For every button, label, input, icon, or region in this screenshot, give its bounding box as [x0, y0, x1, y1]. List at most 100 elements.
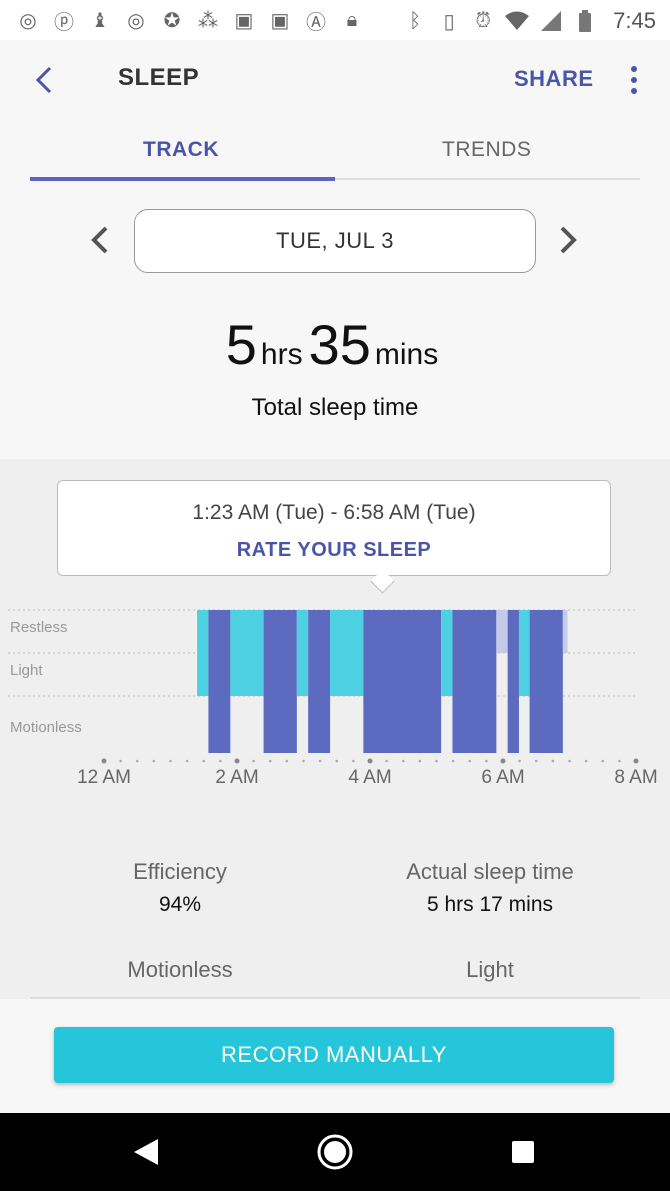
x-tick-label: 4 AM — [348, 767, 391, 788]
stat-label: Actual sleep time — [406, 859, 574, 884]
chart-segment-light — [441, 610, 453, 696]
minutes-unit: mins — [374, 338, 439, 371]
chart-segment-motionless — [208, 610, 231, 753]
hours-unit: hrs — [260, 338, 303, 371]
record-manually-button[interactable]: RECORD MANUALLY — [54, 1027, 614, 1083]
axis-dot — [435, 759, 438, 763]
stat-label: Light — [466, 957, 514, 982]
sleep-summary: TUE, JUL 3 5 hrs 35 mins Total sleep time — [0, 182, 670, 459]
stat-motionless: Motionless — [30, 957, 330, 991]
axis-dot — [468, 759, 472, 763]
nav-home-button[interactable] — [316, 1133, 354, 1176]
back-button[interactable] — [30, 62, 62, 98]
more-vert-icon — [631, 66, 637, 94]
chevron-left-icon — [35, 66, 52, 94]
next-date-button[interactable] — [552, 222, 584, 258]
chart-segment-motionless — [263, 610, 297, 753]
stat-light: Light — [340, 957, 640, 991]
chart-segment-light — [230, 610, 264, 696]
chrome-icon: ◎ — [127, 9, 145, 32]
axis-dot — [401, 759, 405, 763]
x-tick-label: 6 AM — [481, 767, 524, 788]
y-level-label: Motionless — [10, 719, 82, 736]
sleep-range-text: 1:23 AM (Tue) - 6:58 AM (Tue) — [192, 501, 476, 524]
lock-icon: 🔒︎ — [346, 8, 358, 31]
system-icons: ᛒ ▯ ⏰︎ 7:45 — [403, 8, 656, 34]
axis-dot — [152, 759, 156, 763]
signal-icon — [539, 9, 563, 33]
axis-dot — [335, 759, 339, 763]
axis-dot — [601, 759, 605, 763]
tab-indicator — [30, 177, 335, 181]
sleep-range-tooltip: 1:23 AM (Tue) - 6:58 AM (Tue) RATE YOUR … — [57, 480, 611, 576]
axis-dot — [302, 759, 305, 763]
a-icon: Ⓐ — [306, 11, 326, 34]
axis-dot — [551, 759, 555, 763]
flipboard-icon: ▣ — [234, 9, 254, 32]
date-selector[interactable]: TUE, JUL 3 — [134, 209, 536, 273]
stat-efficiency: Efficiency 94% — [30, 859, 330, 917]
sleep-hours: 5 — [225, 313, 257, 376]
y-level-label: Light — [10, 662, 43, 679]
rate-sleep-button[interactable]: RATE YOUR SLEEP — [58, 539, 610, 562]
sleep-minutes: 35 — [308, 313, 371, 376]
chart-segment-motionless — [452, 610, 497, 753]
axis-dot — [318, 759, 322, 763]
axis-dot — [135, 759, 139, 763]
axis-dot — [518, 759, 521, 763]
previous-date-button[interactable] — [84, 222, 116, 258]
axis-dot — [633, 758, 639, 764]
axis-dot — [101, 758, 107, 764]
chevron-right-icon — [560, 226, 577, 254]
bluetooth-icon: ᛒ — [409, 9, 422, 32]
sleep-chart[interactable]: Restless Light Motionless 12 AM 2 AM 4 AM 6 AM… — [0, 589, 670, 789]
sleep-chart-section: 1:23 AM (Tue) - 6:58 AM (Tue) RATE YOUR … — [0, 459, 670, 999]
vibrate-icon: ▯ — [443, 10, 455, 33]
ninja-icon: ✪ — [163, 9, 181, 32]
pinterest-icon: ⓟ — [54, 11, 74, 34]
wifi-icon — [505, 9, 530, 33]
home-circle-icon — [317, 1134, 353, 1170]
dots-icon: ⁂ — [198, 9, 218, 32]
notification-icons: ◎ ⓟ ♝ ◎ ✪ ⁂ ▣ ▣ Ⓐ 🔒︎ — [16, 8, 364, 34]
tab-trends[interactable]: TRENDS — [442, 138, 531, 162]
stat-value: 5 hrs 17 mins — [426, 893, 554, 916]
chart-segment-restless — [496, 610, 508, 653]
bottom-action-area: RECORD MANUALLY — [0, 999, 670, 1113]
more-options-button[interactable] — [624, 62, 644, 98]
stat-label: Efficiency — [133, 859, 227, 884]
x-tick-label: 2 AM — [215, 767, 258, 788]
axis-dot — [385, 759, 388, 763]
stat-label: Motionless — [127, 957, 233, 982]
axis-dot — [584, 759, 588, 763]
tab-track[interactable]: TRACK — [143, 138, 219, 162]
stat-actual-sleep: Actual sleep time 5 hrs 17 mins — [340, 859, 640, 917]
axis-dot — [185, 759, 189, 763]
nav-back-button[interactable] — [132, 1137, 160, 1172]
axis-dot — [285, 759, 289, 763]
axis-dot — [119, 759, 122, 763]
total-sleep-value: 5 hrs 35 mins — [0, 312, 670, 377]
chart-segment-light — [330, 610, 364, 696]
axis-dot — [169, 759, 172, 763]
chart-segment-restless — [562, 610, 568, 653]
axis-dot — [234, 758, 240, 764]
share-button[interactable]: SHARE — [514, 66, 594, 92]
chart-segment-motionless — [308, 610, 331, 753]
flipboard-icon: ▣ — [270, 9, 290, 32]
axis-dot — [219, 759, 222, 763]
system-nav-bar — [0, 1113, 670, 1191]
stat-value: 94% — [158, 893, 202, 916]
chart-segment-motionless — [363, 610, 442, 753]
chart-segment-light — [518, 610, 530, 696]
nav-recents-button[interactable] — [512, 1141, 534, 1163]
battery-icon — [573, 9, 597, 33]
chart-segment-light — [197, 610, 209, 696]
x-tick-label: 12 AM — [77, 767, 131, 788]
chrome-icon: ◎ — [19, 9, 37, 32]
axis-dot — [485, 759, 488, 763]
status-bar: ◎ ⓟ ♝ ◎ ✪ ⁂ ▣ ▣ Ⓐ 🔒︎ ᛒ ▯ ⏰︎ 7:45 — [0, 0, 670, 40]
hangouts-icon: ♝ — [91, 9, 109, 32]
x-tick-label: 8 AM — [614, 767, 657, 788]
total-sleep-label: Total sleep time — [251, 394, 419, 421]
